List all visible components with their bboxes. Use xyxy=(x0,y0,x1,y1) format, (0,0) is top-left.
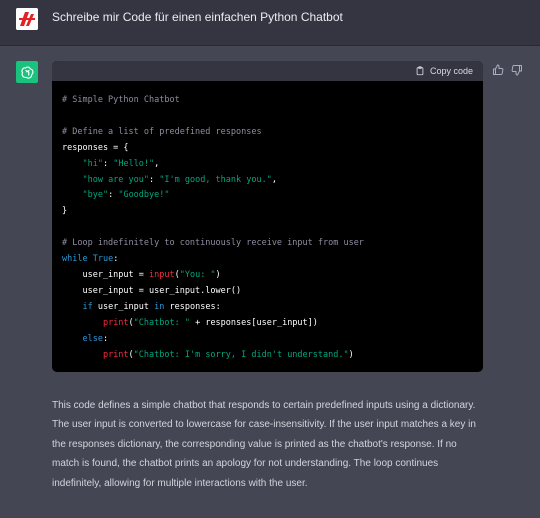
code-token: user_input xyxy=(92,301,155,312)
code-token: "Goodbye!" xyxy=(118,190,170,201)
code-token: : xyxy=(149,174,160,185)
code-block-header: Copy code xyxy=(52,61,483,81)
code-token: : xyxy=(102,333,109,344)
code-token: "Chatbot: " xyxy=(133,317,190,328)
user-message-text: Schreibe mir Code für einen einfachen Py… xyxy=(52,10,343,24)
code-line: # Define a list of predefined responses xyxy=(62,125,473,141)
code-token: ) xyxy=(348,349,354,360)
clipboard-icon xyxy=(416,66,424,76)
user-message-row: Schreibe mir Code für einen einfachen Py… xyxy=(0,0,540,46)
assistant-response-text: This code defines a simple chatbot that … xyxy=(52,400,476,489)
code-line: while True: xyxy=(62,252,473,268)
code-token: + responses[user_input]) xyxy=(189,317,318,328)
code-token: else xyxy=(82,333,103,344)
code-token: responses = { xyxy=(62,142,129,153)
code-line: else: xyxy=(62,332,473,348)
code-content: # Simple Python Chatbot # Define a list … xyxy=(52,81,483,363)
code-token: "bye" xyxy=(82,190,109,201)
code-token: } xyxy=(62,206,68,217)
code-line: "hi": "Hello!", xyxy=(62,157,473,173)
code-token: in xyxy=(154,301,165,312)
code-line: "bye": "Goodbye!" xyxy=(62,188,473,204)
code-token: if xyxy=(82,301,93,312)
code-line: # Loop indefinitely to continuously rece… xyxy=(62,236,473,252)
code-token: "hi" xyxy=(82,158,103,169)
code-token: : xyxy=(102,158,114,169)
code-token: True xyxy=(92,254,114,265)
code-line: if user_input in responses: xyxy=(62,300,473,316)
code-token: : xyxy=(108,190,119,201)
user-avatar-icon xyxy=(16,8,38,30)
code-line: user_input = user_input.lower() xyxy=(62,284,473,300)
code-token: # Define a list of predefined responses xyxy=(62,126,262,137)
code-token: user_input = user_input.lower() xyxy=(62,285,242,296)
thumbs-down-icon[interactable] xyxy=(509,62,525,78)
code-token: user_input = xyxy=(62,269,149,280)
code-token: "how are you" xyxy=(82,174,150,185)
code-block: Copy code # Simple Python Chatbot # Defi… xyxy=(52,61,483,372)
code-token: print xyxy=(102,317,129,328)
code-token: , xyxy=(271,174,277,185)
code-line: responses = { xyxy=(62,141,473,157)
code-line: print("Chatbot: " + responses[user_input… xyxy=(62,316,473,332)
code-line: "how are you": "I'm good, thank you.", xyxy=(62,173,473,189)
code-token: "You: " xyxy=(179,269,216,280)
code-token: ) xyxy=(215,269,221,280)
code-line: print("Chatbot: I'm sorry, I didn't unde… xyxy=(62,348,473,364)
code-token: "I'm good, thank you." xyxy=(159,174,272,185)
code-token: while xyxy=(62,254,88,265)
openai-logo-icon xyxy=(16,61,38,83)
code-token: print xyxy=(102,349,129,360)
code-token: responses: xyxy=(164,301,221,312)
code-token: # Simple Python Chatbot xyxy=(62,95,180,105)
code-line: } xyxy=(62,204,473,220)
code-token: input xyxy=(149,269,175,280)
copy-code-label: Copy code xyxy=(429,66,473,76)
code-token: "Hello!" xyxy=(113,158,155,169)
code-line: user_input = input("You: ") xyxy=(62,268,473,284)
code-line: # Simple Python Chatbot xyxy=(62,93,473,109)
code-token: : xyxy=(113,254,119,265)
code-token: # Loop indefinitely to continuously rece… xyxy=(62,238,364,249)
code-token: , xyxy=(154,158,160,169)
thumbs-up-icon[interactable] xyxy=(490,62,506,78)
copy-code-button[interactable]: Copy code xyxy=(415,66,473,76)
code-token: "Chatbot: I'm sorry, I didn't understand… xyxy=(133,349,349,360)
